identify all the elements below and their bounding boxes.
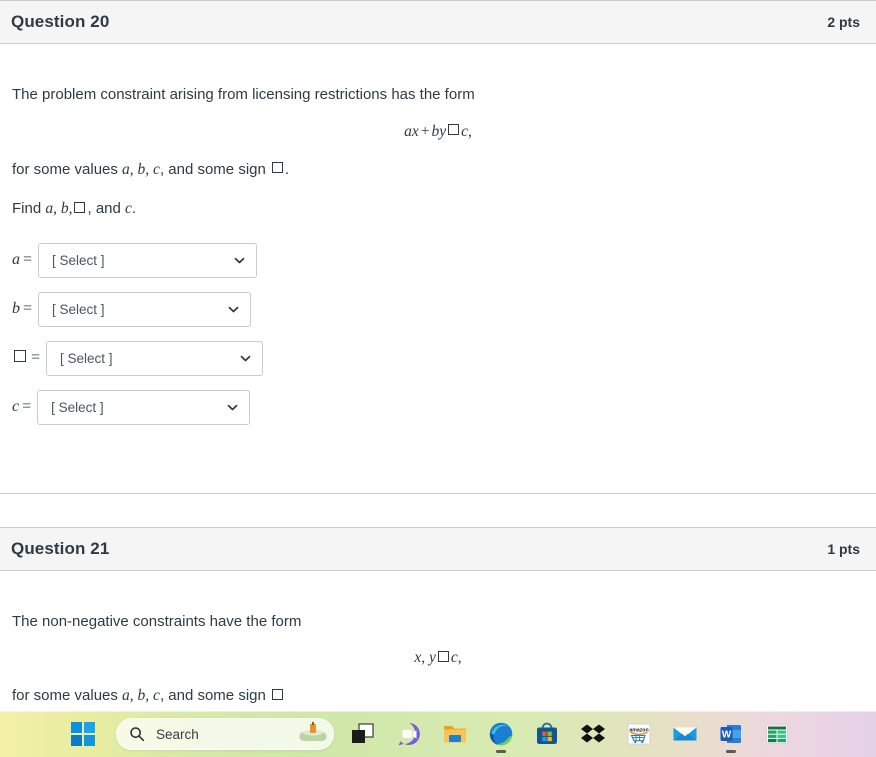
chevron-down-icon xyxy=(234,255,245,266)
question-title: Question 21 xyxy=(11,538,110,558)
vars-abc: a, b, c xyxy=(122,160,160,178)
answer-select-sign[interactable]: [ Select ] xyxy=(46,340,264,376)
question-formula-20: ax + by c, xyxy=(12,123,864,141)
mail-icon xyxy=(672,721,698,747)
answer-select-c[interactable]: [ Select ] xyxy=(37,389,251,425)
question-body-20: The problem constraint arising from lice… xyxy=(0,84,876,425)
taskbar-search-box[interactable]: Search xyxy=(116,718,334,750)
answer-label-sign: = xyxy=(12,349,40,367)
chat-icon xyxy=(396,721,422,747)
amazon-icon: amazon xyxy=(626,721,652,747)
edge-icon xyxy=(488,721,514,747)
answer-label-a: a = xyxy=(12,251,33,269)
answer-select-a[interactable]: [ Select ] xyxy=(38,242,258,278)
chevron-down-icon xyxy=(227,402,238,413)
question-body-21: The non-negative constraints have the fo… xyxy=(0,611,876,708)
question-header-21: Question 21 1 pts xyxy=(0,526,876,571)
question-prompt-line-1: The non-negative constraints have the fo… xyxy=(12,612,302,630)
vars-abc: a, b, c xyxy=(122,687,160,705)
question-points: 1 pts xyxy=(827,540,860,557)
edge-button[interactable] xyxy=(478,714,524,754)
question-title: Question 20 xyxy=(11,12,110,31)
question-prompt-line-2: for some values a, b, c, and some sign . xyxy=(12,160,290,178)
answer-label-b: b = xyxy=(12,300,33,318)
answer-select-c-value: [ Select ] xyxy=(51,399,104,415)
taskbar-icon-group: Search amazon W xyxy=(60,714,800,754)
amazon-button[interactable]: amazon xyxy=(616,714,662,754)
task-view-button[interactable] xyxy=(340,714,386,754)
dropbox-button[interactable] xyxy=(570,714,616,754)
svg-text:W: W xyxy=(722,730,732,741)
chevron-down-icon xyxy=(228,304,239,315)
answer-select-a-value: [ Select ] xyxy=(52,252,105,268)
answer-select-b[interactable]: [ Select ] xyxy=(38,291,252,327)
mail-button[interactable] xyxy=(662,714,708,754)
answer-row-sign: = [ Select ] xyxy=(12,340,864,376)
answer-label-c: c = xyxy=(12,398,32,416)
excel-icon xyxy=(764,721,790,747)
question-header-20: Question 20 2 pts xyxy=(0,0,876,44)
sign-placeholder-box-icon xyxy=(14,349,26,362)
search-icon xyxy=(129,726,145,742)
sign-placeholder-box-icon xyxy=(437,650,449,662)
task-view-icon xyxy=(350,721,376,747)
start-button[interactable] xyxy=(60,714,106,754)
sign-placeholder-box-icon xyxy=(74,201,86,213)
vars-ab: a, b, xyxy=(45,200,73,218)
sign-placeholder-box-icon xyxy=(448,124,460,136)
search-placeholder-text: Search xyxy=(156,726,199,742)
answer-row-b: b = [ Select ] xyxy=(12,291,864,327)
question-prompt-line-3: Find a, b,, and c. xyxy=(12,200,137,218)
file-explorer-button[interactable] xyxy=(432,714,478,754)
formula-expression: x, y c, xyxy=(414,649,462,667)
answer-select-sign-value: [ Select ] xyxy=(60,350,113,366)
chevron-down-icon xyxy=(240,353,251,364)
store-icon xyxy=(534,721,560,747)
sign-placeholder-box-icon xyxy=(272,688,283,700)
answer-select-b-value: [ Select ] xyxy=(52,301,105,317)
formula-expression: ax + by c, xyxy=(404,122,472,140)
dropbox-icon xyxy=(580,721,606,747)
file-explorer-icon xyxy=(442,721,468,747)
sign-placeholder-box-icon xyxy=(272,162,283,174)
chat-button[interactable] xyxy=(386,714,432,754)
quiz-scroll-area[interactable]: Question 20 2 pts The problem constraint… xyxy=(0,0,876,711)
word-button[interactable]: W xyxy=(708,714,754,754)
question-points: 2 pts xyxy=(827,14,860,30)
var-c: c xyxy=(125,200,132,218)
question-separator xyxy=(0,492,876,494)
microsoft-store-button[interactable] xyxy=(524,714,570,754)
excel-button[interactable] xyxy=(754,714,800,754)
question-prompt-line-2-clipped: for some values a, b, c, and some sign xyxy=(12,685,864,707)
answer-row-c: c = [ Select ] xyxy=(12,389,864,425)
windows-logo-icon xyxy=(70,721,96,747)
question-formula-21: x, y c, xyxy=(12,649,864,667)
question-prompt-line-1: The problem constraint arising from lice… xyxy=(12,86,475,103)
word-icon: W xyxy=(718,721,744,747)
widget-bowl-icon[interactable] xyxy=(299,721,327,747)
windows-taskbar: Search amazon W xyxy=(0,711,876,757)
answer-row-a: a = [ Select ] xyxy=(12,242,864,278)
